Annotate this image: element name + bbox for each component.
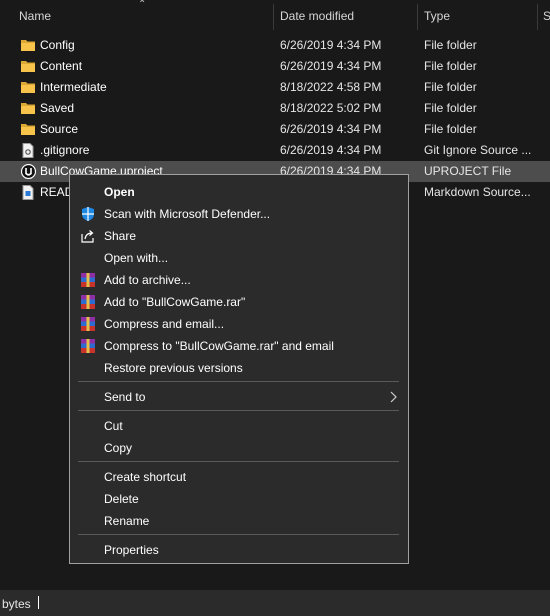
- menu-item-share[interactable]: Share: [70, 225, 408, 247]
- menu-item-label: Copy: [104, 441, 133, 455]
- menu-item-label: Share: [104, 229, 137, 243]
- menu-item-add-to-archive[interactable]: Add to archive...: [70, 269, 408, 291]
- menu-item-label: Create shortcut: [104, 470, 187, 484]
- menu-item-send-to[interactable]: Send to: [70, 386, 408, 408]
- menu-item-label: Compress to "BullCowGame.rar" and email: [104, 339, 334, 353]
- winrar-icon: [81, 273, 95, 287]
- file-name: Saved: [40, 101, 75, 115]
- file-type: File folder: [424, 38, 477, 52]
- file-name: Source: [40, 122, 79, 136]
- menu-item-label: Scan with Microsoft Defender...: [104, 207, 271, 221]
- menu-item-scan-defender[interactable]: Scan with Microsoft Defender...: [70, 203, 408, 225]
- menu-item-restore-previous-versions[interactable]: Restore previous versions: [70, 357, 408, 379]
- column-divider[interactable]: [417, 4, 418, 30]
- file-row-intermediate[interactable]: Intermediate 8/18/2022 4:58 PM File fold…: [0, 77, 550, 98]
- menu-item-label: Compress and email...: [104, 317, 225, 331]
- column-header: ⌃ Name Date modified Type S: [0, 0, 550, 33]
- menu-item-delete[interactable]: Delete: [70, 488, 408, 510]
- menu-separator: [78, 461, 399, 462]
- column-size[interactable]: S: [543, 0, 550, 33]
- file-row-gitignore[interactable]: .gitignore 6/26/2019 4:34 PM Git Ignore …: [0, 140, 550, 161]
- menu-separator: [78, 410, 399, 411]
- file-name: Intermediate: [40, 80, 107, 94]
- folder-icon: [21, 103, 35, 114]
- menu-item-properties[interactable]: Properties: [70, 539, 408, 561]
- menu-item-open-with[interactable]: Open with...: [70, 247, 408, 269]
- folder-icon: [21, 124, 35, 135]
- unreal-engine-icon: [21, 164, 36, 179]
- file-row-saved[interactable]: Saved 8/18/2022 5:02 PM File folder: [0, 98, 550, 119]
- file-date: 6/26/2019 4:34 PM: [280, 38, 382, 52]
- menu-item-compress-and-email[interactable]: Compress and email...: [70, 313, 408, 335]
- share-icon: [81, 230, 94, 243]
- file-name: Content: [40, 59, 83, 73]
- menu-item-copy[interactable]: Copy: [70, 437, 408, 459]
- menu-item-open[interactable]: Open: [70, 181, 408, 203]
- status-bar: bytes: [0, 590, 550, 616]
- column-divider[interactable]: [537, 4, 538, 30]
- menu-item-label: Restore previous versions: [104, 361, 243, 375]
- text-caret: [38, 596, 39, 609]
- column-name[interactable]: Name: [19, 0, 51, 33]
- menu-item-label: Send to: [104, 390, 146, 404]
- file-date: 6/26/2019 4:34 PM: [280, 122, 382, 136]
- file-date: 8/18/2022 5:02 PM: [280, 101, 382, 115]
- file-name: Config: [40, 38, 75, 52]
- file-type: Git Ignore Source ...: [424, 143, 532, 157]
- file-name: .gitignore: [40, 143, 90, 157]
- microsoft-defender-shield-icon: [82, 207, 94, 221]
- folder-icon: [21, 40, 35, 51]
- column-divider[interactable]: [273, 4, 274, 30]
- file-row-source[interactable]: Source 6/26/2019 4:34 PM File folder: [0, 119, 550, 140]
- menu-item-label: Open: [104, 185, 135, 199]
- menu-item-label: Add to archive...: [104, 273, 191, 287]
- folder-icon: [21, 61, 35, 72]
- menu-item-label: Properties: [104, 543, 159, 557]
- file-type: File folder: [424, 101, 477, 115]
- file-row-config[interactable]: Config 6/26/2019 4:34 PM File folder: [0, 35, 550, 56]
- file-type: File folder: [424, 59, 477, 73]
- gitignore-file-icon: [22, 143, 34, 158]
- column-type[interactable]: Type: [424, 0, 450, 33]
- markdown-file-icon: [22, 185, 34, 200]
- context-menu: Open Scan with Microsoft Defender... Sha…: [69, 174, 409, 564]
- menu-item-label: Rename: [104, 514, 150, 528]
- menu-item-add-to-rar[interactable]: Add to "BullCowGame.rar": [70, 291, 408, 313]
- file-type: File folder: [424, 80, 477, 94]
- winrar-icon: [81, 339, 95, 353]
- file-type: File folder: [424, 122, 477, 136]
- folder-icon: [21, 82, 35, 93]
- file-date: 6/26/2019 4:34 PM: [280, 143, 382, 157]
- menu-item-cut[interactable]: Cut: [70, 415, 408, 437]
- winrar-icon: [81, 295, 95, 309]
- menu-separator: [78, 534, 399, 535]
- file-type: Markdown Source...: [424, 185, 531, 199]
- menu-item-create-shortcut[interactable]: Create shortcut: [70, 466, 408, 488]
- menu-item-label: Delete: [104, 492, 139, 506]
- menu-item-label: Add to "BullCowGame.rar": [104, 295, 246, 309]
- status-text: bytes: [2, 597, 31, 611]
- file-type: UPROJECT File: [424, 164, 512, 178]
- column-date-modified[interactable]: Date modified: [280, 0, 354, 33]
- menu-item-rename[interactable]: Rename: [70, 510, 408, 532]
- file-date: 6/26/2019 4:34 PM: [280, 59, 382, 73]
- chevron-right-icon: [390, 391, 397, 403]
- file-date: 8/18/2022 4:58 PM: [280, 80, 382, 94]
- winrar-icon: [81, 317, 95, 331]
- menu-item-compress-to-rar-and-email[interactable]: Compress to "BullCowGame.rar" and email: [70, 335, 408, 357]
- sort-ascending-icon: ⌃: [138, 0, 147, 10]
- file-row-content[interactable]: Content 6/26/2019 4:34 PM File folder: [0, 56, 550, 77]
- menu-separator: [78, 381, 399, 382]
- menu-item-label: Open with...: [104, 251, 169, 265]
- menu-item-label: Cut: [104, 419, 123, 433]
